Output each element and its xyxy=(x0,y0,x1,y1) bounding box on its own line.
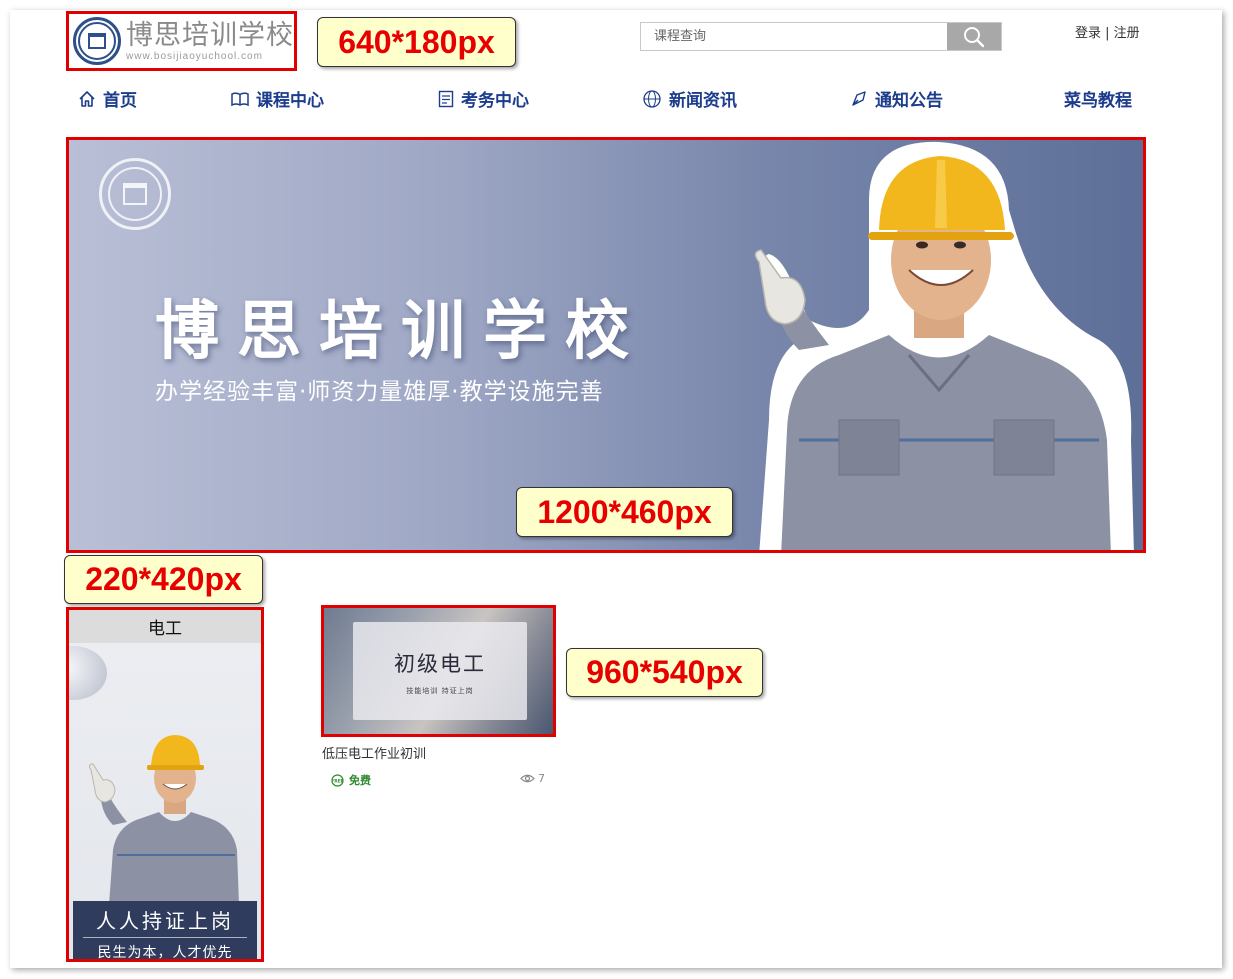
caption-line2: 民生为本，人才优先 xyxy=(97,945,233,961)
banner-subtitle: 办学经验丰富·师资力量雄厚·教学设施完善 xyxy=(155,379,604,405)
caption-line1: 人人持证上岗 xyxy=(83,901,247,938)
search-button[interactable] xyxy=(947,23,1001,50)
view-count-value: 7 xyxy=(538,772,545,785)
size-annotation-logo: 640*180px xyxy=(317,17,516,67)
site-logo[interactable]: 博思培训学校 www.bosijiaoyuchool.com xyxy=(66,11,297,71)
nav-item-courses[interactable]: 课程中心 xyxy=(231,86,324,111)
nav-label: 首页 xyxy=(103,91,137,111)
search-bar xyxy=(640,22,1002,51)
page: 博思培训学校 www.bosijiaoyuchool.com 640*180px… xyxy=(10,10,1222,968)
nav-item-notices[interactable]: 通知公告 xyxy=(850,86,943,111)
svg-text:FREE: FREE xyxy=(331,778,344,784)
course-meta: FREE 免费 7 xyxy=(331,772,545,788)
school-seal-icon xyxy=(99,158,171,230)
nav-label: 新闻资讯 xyxy=(669,91,737,111)
category-card-electrician[interactable]: 电工 人人持证上岗 民生为本，人才优先 xyxy=(66,607,264,962)
auth-links: 登录 | 注册 xyxy=(1075,22,1140,41)
size-annotation-course: 960*540px xyxy=(566,648,763,697)
free-icon: FREE xyxy=(331,773,344,787)
size-annotation-side: 220*420px xyxy=(64,555,263,604)
exam-icon xyxy=(438,90,454,108)
thumbnail-panel: 初级电工 技能培训 持证上岗 xyxy=(353,622,527,720)
book-icon xyxy=(231,91,249,107)
nav-item-news[interactable]: 新闻资讯 xyxy=(642,86,737,111)
nav-label: 菜鸟教程 xyxy=(1064,91,1132,111)
auth-separator: | xyxy=(1101,26,1114,41)
view-count: 7 xyxy=(520,772,545,785)
size-annotation-banner: 1200*460px xyxy=(516,487,733,537)
banner-title: 博思培训学校 xyxy=(155,295,647,369)
login-link[interactable]: 登录 xyxy=(1075,26,1101,41)
notice-icon xyxy=(850,90,868,108)
home-icon xyxy=(78,90,96,108)
price-badge: FREE 免费 xyxy=(331,772,371,788)
nav-item-home[interactable]: 首页 xyxy=(78,86,137,111)
main-nav: 首页 课程中心 考务中心 新闻资讯 通知公告 菜鸟教程 xyxy=(76,86,1141,116)
thumbnail-subtitle: 技能培训 持证上岗 xyxy=(406,687,474,695)
search-icon xyxy=(964,26,985,47)
nav-item-tutorial[interactable]: 菜鸟教程 xyxy=(1064,86,1132,111)
worker-figure-icon xyxy=(88,735,239,905)
nav-label: 考务中心 xyxy=(461,91,529,111)
nav-item-exams[interactable]: 考务中心 xyxy=(438,86,529,111)
news-icon xyxy=(642,89,662,108)
logo-name: 博思培训学校 xyxy=(126,19,294,51)
nav-label: 通知公告 xyxy=(875,91,943,111)
course-title-link[interactable]: 低压电工作业初训 xyxy=(322,743,426,762)
decorative-circle xyxy=(69,646,107,700)
category-caption: 人人持证上岗 民生为本，人才优先 xyxy=(73,901,257,959)
eye-icon xyxy=(520,774,535,783)
price-label: 免费 xyxy=(349,774,371,787)
logo-url: www.bosijiaoyuchool.com xyxy=(126,50,263,62)
thumbnail-title: 初级电工 xyxy=(394,652,486,676)
nav-label: 课程中心 xyxy=(256,91,324,111)
search-input[interactable] xyxy=(641,23,947,50)
register-link[interactable]: 注册 xyxy=(1114,26,1140,41)
worker-figure-icon xyxy=(754,141,1134,550)
category-title: 电工 xyxy=(69,610,261,643)
school-seal-icon xyxy=(73,17,121,65)
course-thumbnail[interactable]: 初级电工 技能培训 持证上岗 xyxy=(321,605,556,737)
